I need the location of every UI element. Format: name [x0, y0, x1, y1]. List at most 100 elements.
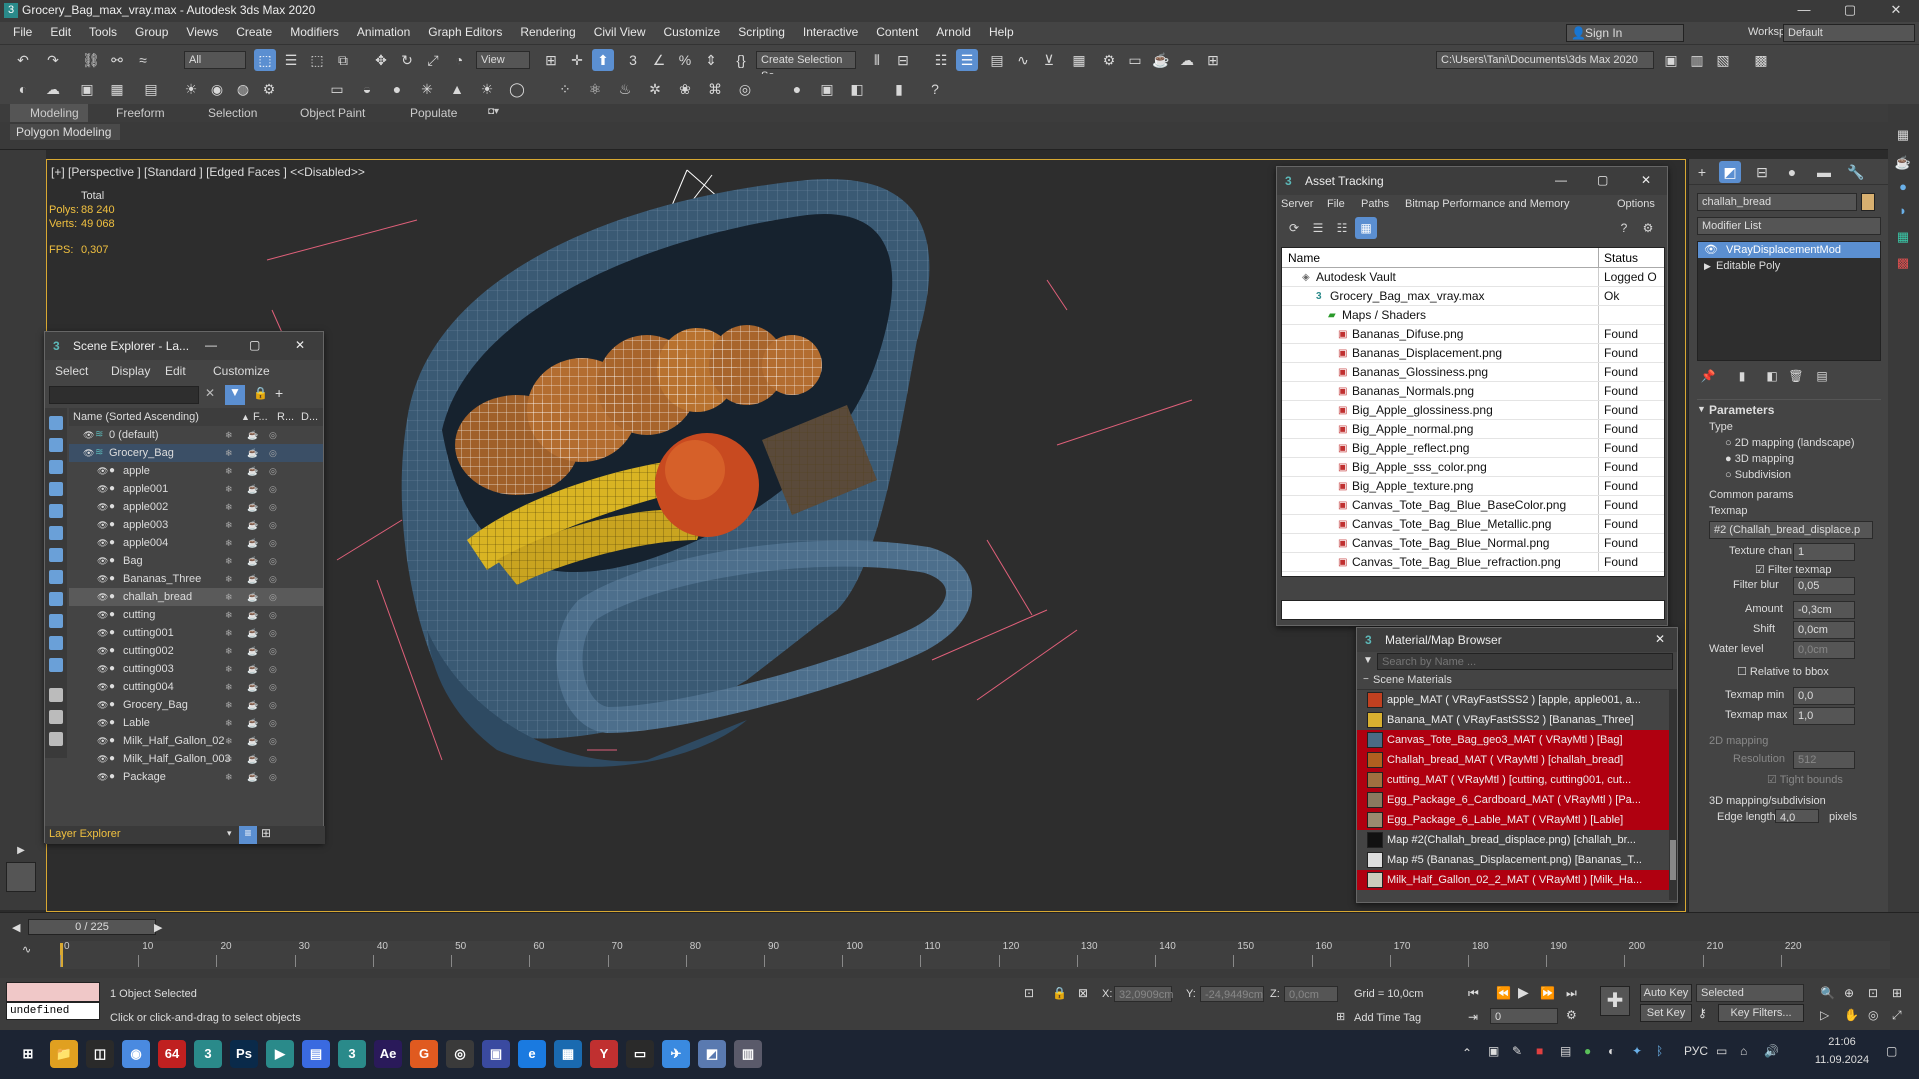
amount-spinner[interactable]: -0,3cm	[1793, 601, 1855, 619]
radio-2d-mapping[interactable]: ○ 2D mapping (landscape)	[1725, 437, 1855, 449]
material-row[interactable]: Egg_Package_6_Lable_MAT ( VRayMtl ) [Lab…	[1357, 810, 1669, 830]
asset-menu-file[interactable]: File	[1327, 198, 1345, 210]
render-icon[interactable]: ☕	[247, 696, 258, 714]
render-icon[interactable]: ☕	[247, 498, 258, 516]
tray-icon-3[interactable]: ■	[1536, 1044, 1543, 1058]
add-layer-icon[interactable]: +	[275, 385, 283, 401]
clock-time[interactable]: 21:06	[1812, 1036, 1872, 1048]
pin-stack-icon[interactable]: 📌	[1697, 365, 1719, 387]
texmap-button[interactable]: #2 (Challah_bread_displace.p	[1709, 521, 1873, 539]
picture-icon[interactable]: ▣	[76, 78, 98, 100]
molecule-icon[interactable]: ⚛	[584, 78, 606, 100]
play-animation-icon[interactable]: ▶	[1518, 984, 1529, 1001]
telegram-icon[interactable]: ✈	[662, 1040, 690, 1068]
ribbon-tab-modeling[interactable]: Modeling	[10, 104, 88, 122]
undo-icon[interactable]: ↶	[12, 49, 34, 71]
scene-row[interactable]: 👁 ● Bananas_Three ❄ ☕ ◎	[69, 570, 323, 588]
material-editor-icon[interactable]: ▦	[1068, 49, 1090, 71]
asset-menu-server[interactable]: Server	[1281, 198, 1313, 210]
help-icon[interactable]: ?	[924, 78, 946, 100]
network-icon[interactable]: ⌂	[1740, 1044, 1747, 1058]
set-key-button[interactable]: Set Key	[1640, 1004, 1692, 1022]
app-box-icon[interactable]: ▣	[482, 1040, 510, 1068]
key-mode-icon[interactable]: ⇥	[1468, 1010, 1478, 1024]
material-row[interactable]: Milk_Half_Gallon_02_2_MAT ( VRayMtl ) [M…	[1357, 870, 1669, 890]
angle-snap-icon[interactable]: ∠	[648, 49, 670, 71]
grid-icon[interactable]: ▤	[140, 78, 162, 100]
expand-icon[interactable]: ▶	[1704, 258, 1711, 274]
prev-frame-icon[interactable]: ◀	[12, 921, 20, 934]
ribbon-toggle-icon[interactable]: ▤	[986, 49, 1008, 71]
percent-snap-icon[interactable]: %	[674, 49, 696, 71]
asset-row[interactable]: ▣ Big_Apple_reflect.png Found	[1282, 439, 1664, 458]
ribbon-tab-object-paint[interactable]: Object Paint	[300, 106, 365, 120]
start-icon[interactable]: ⊞	[14, 1040, 42, 1068]
teapot-render-icon[interactable]: ☕	[1892, 152, 1914, 174]
render-icon[interactable]: ☕	[247, 552, 258, 570]
3dsmax-icon[interactable]: 3	[194, 1040, 222, 1068]
layer-toggle-icon[interactable]: ≡	[239, 826, 257, 844]
close-icon[interactable]: ✕	[1641, 173, 1651, 187]
select-by-name-icon[interactable]: ☰	[280, 49, 302, 71]
absolute-mode-icon[interactable]: ⊠	[1078, 986, 1088, 1000]
scene-row[interactable]: 👁 ● challah_bread ❄ ☕ ◎	[69, 588, 323, 606]
notifications-icon[interactable]: ▢	[1886, 1044, 1897, 1058]
play-icon[interactable]: ▶	[10, 840, 32, 862]
edit-named-sets-icon[interactable]: {}	[730, 49, 752, 71]
zoom-icon[interactable]: 🔍	[1820, 986, 1835, 1000]
viewport-label[interactable]: [+] [Perspective ] [Standard ] [Edged Fa…	[51, 165, 365, 179]
material-row[interactable]: Challah_bread_MAT ( VRayMtl ) [challah_b…	[1357, 750, 1669, 770]
clear-search-icon[interactable]: ✕	[205, 386, 215, 400]
asset-row[interactable]: ▣ Canvas_Tote_Bag_Blue_Normal.png Found	[1282, 534, 1664, 553]
scene-menu-display[interactable]: Display	[111, 364, 150, 378]
visibility-eye-icon[interactable]: 👁	[97, 642, 108, 660]
move-icon[interactable]: ✥	[370, 49, 392, 71]
scene-row[interactable]: 👁 ● apple003 ❄ ☕ ◎	[69, 516, 323, 534]
freeze-icon[interactable]: ❄	[225, 750, 233, 768]
col-name[interactable]: Name	[1288, 251, 1320, 265]
close-icon[interactable]: ✕	[1655, 632, 1665, 646]
asset-row[interactable]: ▰ Maps / Shaders	[1282, 306, 1664, 325]
freeze-icon[interactable]: ❄	[225, 588, 233, 606]
texmap-min-spinner[interactable]: 0,0	[1793, 687, 1855, 705]
render-icon[interactable]: ☕	[247, 678, 258, 696]
help-icon[interactable]: ?	[1613, 217, 1635, 239]
teapot-icon[interactable]: ♨	[614, 78, 636, 100]
asset-tracking-titlebar[interactable]: 3 Asset Tracking — ▢ ✕	[1277, 167, 1667, 195]
filter-blur-spinner[interactable]: 0,05	[1793, 577, 1855, 595]
current-frame-field[interactable]: 0	[1490, 1008, 1558, 1024]
layer-explorer-label[interactable]: Layer Explorer	[49, 828, 121, 840]
unlink-icon[interactable]: ⚯	[106, 49, 128, 71]
after-effects-icon[interactable]: Ae	[374, 1040, 402, 1068]
select-manipulate-icon[interactable]: ✛	[566, 49, 588, 71]
tray-icon-7[interactable]: ✦	[1632, 1044, 1642, 1058]
display-icon[interactable]: ◎	[269, 426, 277, 444]
visibility-eye-icon[interactable]: 👁	[97, 660, 108, 678]
a360-gallery-icon[interactable]: ⊞	[1202, 49, 1224, 71]
table-icon[interactable]: ▦	[106, 78, 128, 100]
add-time-tag[interactable]: Add Time Tag	[1354, 1012, 1421, 1024]
texture-chan-spinner[interactable]: 1	[1793, 543, 1855, 561]
tray-overflow-icon[interactable]: ⌃	[1462, 1046, 1472, 1060]
asset-row[interactable]: ▣ Canvas_Tote_Bag_Blue_Metallic.png Found	[1282, 515, 1664, 534]
scene-materials-group[interactable]: − Scene Materials	[1357, 672, 1677, 690]
light-lister-icon[interactable]: ☀	[180, 78, 202, 100]
asset-row[interactable]: ▣ Big_Apple_sss_color.png Found	[1282, 458, 1664, 477]
visibility-eye-icon[interactable]: 👁	[97, 606, 108, 624]
col-name-header[interactable]: Name (Sorted Ascending)	[73, 408, 199, 426]
material-row[interactable]: cutting_MAT ( VRayMtl ) [cutting, cuttin…	[1357, 770, 1669, 790]
scene-search-input[interactable]	[49, 386, 199, 404]
scene-row[interactable]: 👁 ● apple001 ❄ ☕ ◎	[69, 480, 323, 498]
collapse-icon[interactable]: −	[1363, 674, 1369, 685]
visibility-eye-icon[interactable]: 👁	[97, 498, 108, 516]
selected-dropdown[interactable]: Selected	[1696, 984, 1804, 1002]
scene-row[interactable]: 👁 ● Milk_Half_Gallon_02 ❄ ☕ ◎	[69, 732, 323, 750]
track-bar[interactable]: 0 10 20 30 40 50 60 70 80 90 100 110 120 130 140 150 160…	[60, 941, 1890, 969]
asset-row[interactable]: ▣ Big_Apple_glossiness.png Found	[1282, 401, 1664, 420]
clock-date[interactable]: 11.09.2024	[1812, 1054, 1872, 1066]
ribbon-options-icon[interactable]: ◘▾	[488, 106, 499, 117]
asset-menu-bitmap-performance-and-memory[interactable]: Bitmap Performance and Memory	[1405, 198, 1569, 210]
render-icon[interactable]: ☕	[247, 570, 258, 588]
col-render-header[interactable]: R...	[277, 408, 294, 426]
display-icon[interactable]: ◎	[269, 462, 277, 480]
